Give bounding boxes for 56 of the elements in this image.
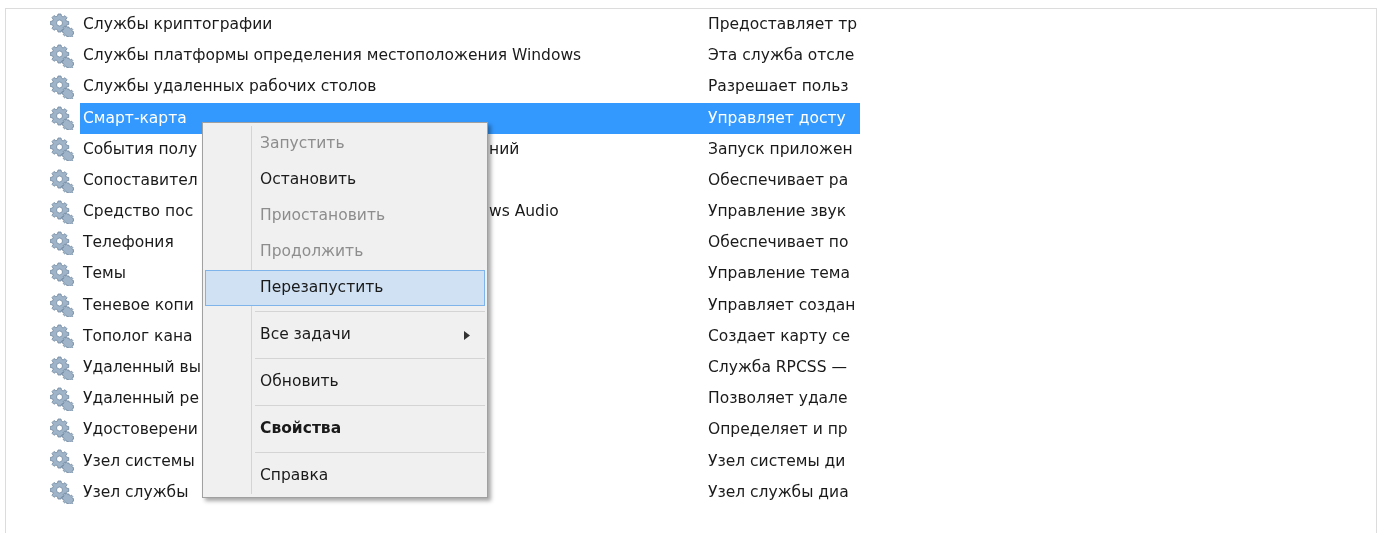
gear-icon	[50, 293, 74, 318]
service-description: Узел службы диа	[708, 481, 849, 503]
service-name[interactable]: Телефония	[80, 231, 174, 255]
gear-icon	[50, 168, 74, 193]
service-description: Управляет досту	[708, 107, 846, 129]
service-description: Узел системы ди	[708, 450, 846, 472]
service-description: Предоставляет тр	[708, 13, 857, 35]
service-name[interactable]: Тополог кана	[80, 324, 193, 349]
service-name[interactable]: События полу	[80, 137, 198, 161]
gear-icon	[50, 230, 74, 255]
gear-icon	[50, 262, 74, 287]
menu-item[interactable]: Справка	[205, 458, 485, 494]
service-name[interactable]: Узел службы	[80, 480, 189, 505]
service-description: Управляет создан	[708, 294, 856, 316]
service-name[interactable]: Теневое копи	[80, 293, 194, 317]
service-description: Создает карту се	[708, 325, 851, 347]
service-name[interactable]: Средство пос	[80, 200, 194, 224]
service-name[interactable]: Узел системы	[80, 449, 195, 473]
service-name-tail: ний	[489, 138, 520, 160]
service-description: Эта служба отсле	[708, 45, 855, 67]
menu-item[interactable]: Обновить	[205, 364, 485, 400]
gear-icon	[50, 74, 74, 99]
menu-item[interactable]: Перезапустить	[205, 270, 485, 306]
service-description: Управление звук	[708, 201, 847, 223]
gear-icon	[50, 199, 74, 224]
service-description: Позволяет удале	[708, 388, 848, 410]
service-name[interactable]: Темы	[80, 262, 126, 286]
menu-item[interactable]: Все задачи	[205, 317, 485, 353]
service-name-tail: ws Audio	[489, 201, 559, 223]
service-name[interactable]: Службы платформы определения местоположения Windows	[80, 44, 582, 68]
service-description: Обеспечивает по	[708, 232, 849, 254]
service-name[interactable]: Удаленный ре	[80, 387, 199, 411]
service-name[interactable]: Службы удаленных рабочих столов	[80, 75, 377, 99]
gear-icon	[50, 43, 74, 68]
gear-icon	[50, 418, 74, 443]
service-description: Определяет и пр	[708, 419, 848, 441]
service-name[interactable]: Удостоверени	[80, 418, 198, 442]
gear-icon	[50, 449, 74, 474]
service-name[interactable]: Службы криптографии	[80, 12, 273, 37]
gear-icon	[50, 480, 74, 505]
gear-icon	[50, 324, 74, 349]
gear-icon	[50, 386, 74, 411]
service-description: Разрешает польз	[708, 76, 849, 98]
service-description: Управление тема	[708, 263, 850, 285]
service-name[interactable]: Сопоставител	[80, 168, 198, 193]
menu-item[interactable]: Остановить	[205, 162, 485, 198]
gear-icon	[50, 355, 74, 380]
gear-icon	[50, 137, 74, 162]
service-description: Служба RPCSS —	[708, 357, 847, 379]
gear-icon	[50, 106, 74, 131]
service-description: Запуск приложен	[708, 138, 853, 160]
gear-icon	[50, 12, 74, 37]
service-description: Обеспечивает ра	[708, 169, 849, 191]
service-name[interactable]: Удаленный вы	[80, 356, 201, 380]
menu-item[interactable]: Свойства	[205, 411, 485, 447]
submenu-arrow-icon	[464, 331, 470, 340]
